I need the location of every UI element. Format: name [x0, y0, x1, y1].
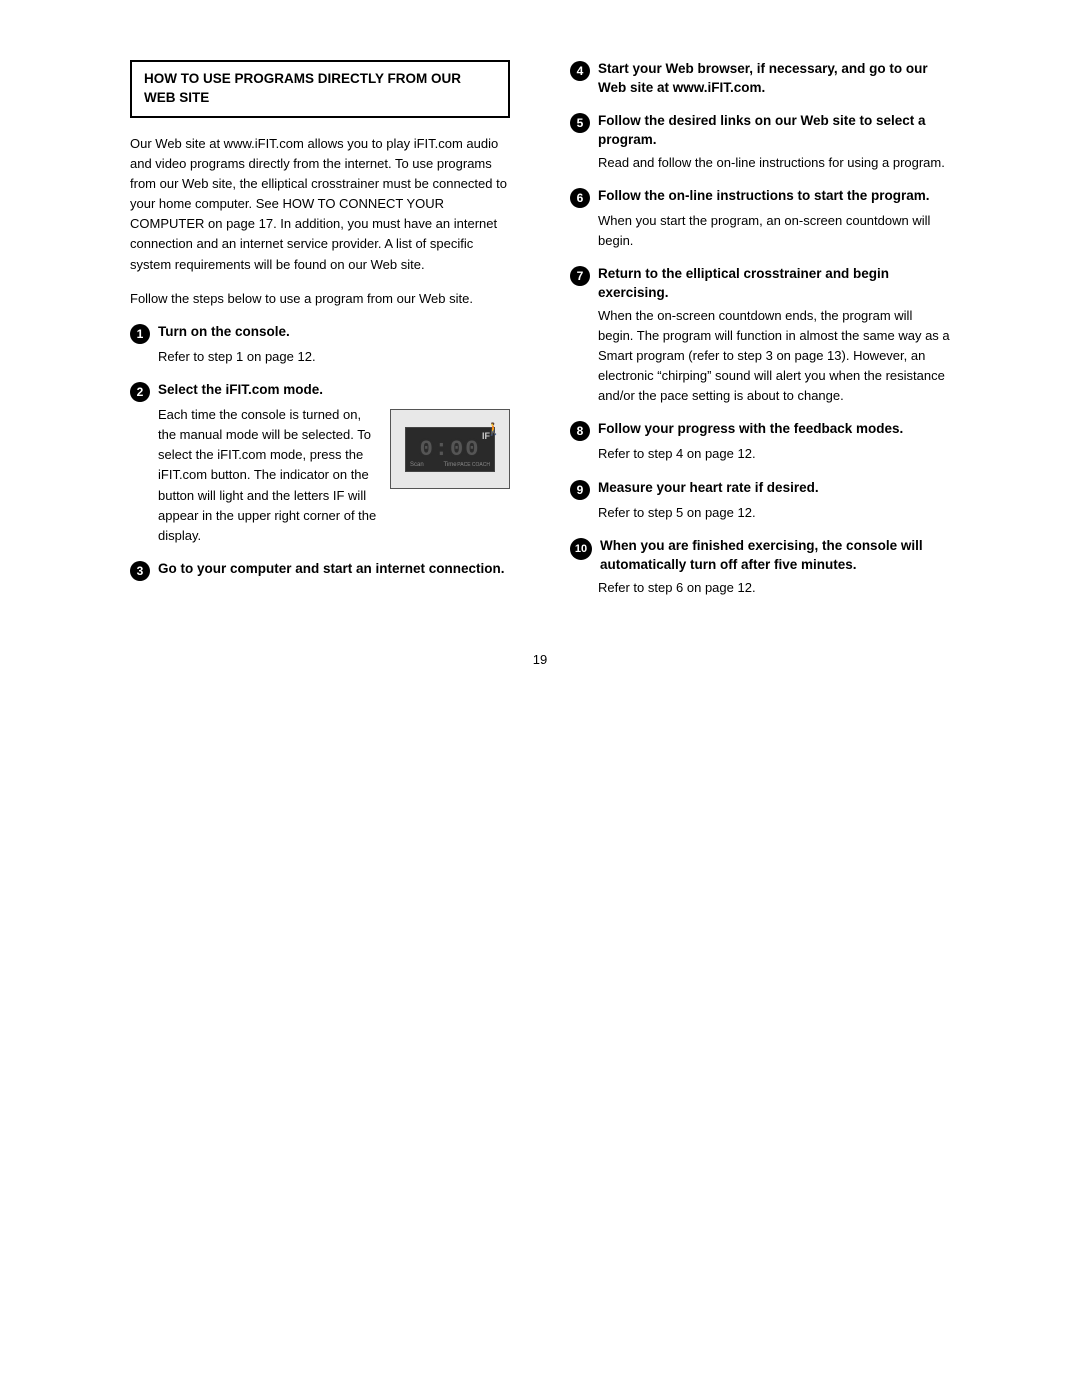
step-1-body: Refer to step 1 on page 12.	[158, 347, 510, 367]
step-5-number: 5	[570, 113, 590, 133]
step-5-header: 5 Follow the desired links on our Web si…	[570, 112, 950, 150]
page-number: 19	[130, 652, 950, 667]
left-column: HOW TO USE PROGRAMS DIRECTLY FROM OUR WE…	[130, 60, 520, 612]
step-8-body: Refer to step 4 on page 12.	[598, 444, 950, 464]
step-7-body: When the on-screen countdown ends, the p…	[598, 306, 950, 407]
step-10-body: Refer to step 6 on page 12.	[598, 578, 950, 598]
pace-coach-label: PACE COACH	[457, 462, 490, 468]
step-10-number: 10	[570, 538, 592, 560]
time-label: Time	[443, 462, 456, 468]
step-3-title: Go to your computer and start an interne…	[158, 560, 505, 579]
step-3-number: 3	[130, 561, 150, 581]
step-4-title: Start your Web browser, if necessary, an…	[598, 60, 950, 98]
right-column: 4 Start your Web browser, if necessary, …	[560, 60, 950, 612]
step-10-title: When you are finished exercising, the co…	[600, 537, 950, 575]
step-2-body-part1: Each time the console is turned on, the …	[158, 407, 376, 543]
step-2-title: Select the iFIT.com mode.	[158, 381, 323, 400]
step-9-title: Measure your heart rate if desired.	[598, 479, 819, 498]
step-2-text: Each time the console is turned on, the …	[158, 405, 380, 546]
step-7-title: Return to the elliptical crosstrainer an…	[598, 265, 950, 303]
step-6-body: When you start the program, an on-screen…	[598, 211, 950, 251]
figure-silhouette: 🚶	[486, 422, 501, 436]
step-7-header: 7 Return to the elliptical crosstrainer …	[570, 265, 950, 303]
step-9-body: Refer to step 5 on page 12.	[598, 503, 950, 523]
step-5-body: Read and follow the on-line instructions…	[598, 153, 950, 173]
step-9-number: 9	[570, 480, 590, 500]
step-1-number: 1	[130, 324, 150, 344]
step-9-header: 9 Measure your heart rate if desired.	[570, 479, 950, 500]
step-10-header: 10 When you are finished exercising, the…	[570, 537, 950, 575]
step-8-number: 8	[570, 421, 590, 441]
step-4-header: 4 Start your Web browser, if necessary, …	[570, 60, 950, 98]
step-4-number: 4	[570, 61, 590, 81]
section-header-title: HOW TO USE PROGRAMS DIRECTLY FROM OUR WE…	[144, 71, 461, 105]
console-screen: 0:00 IF Scan Time PACE COACH	[405, 427, 495, 472]
step-2-number: 2	[130, 382, 150, 402]
step-6-title: Follow the on-line instructions to start…	[598, 187, 930, 206]
step-3-header: 3 Go to your computer and start an inter…	[130, 560, 510, 581]
scan-label: Scan	[410, 462, 424, 468]
digit-readout: 0:00	[420, 437, 481, 462]
page: HOW TO USE PROGRAMS DIRECTLY FROM OUR WE…	[90, 0, 990, 747]
step-6-header: 6 Follow the on-line instructions to sta…	[570, 187, 950, 208]
step-1-header: 1 Turn on the console.	[130, 323, 510, 344]
intro-paragraph-2: Follow the steps below to use a program …	[130, 289, 510, 309]
step-7-number: 7	[570, 266, 590, 286]
step-2-with-image: Each time the console is turned on, the …	[158, 405, 510, 546]
step-6-number: 6	[570, 188, 590, 208]
step-8-header: 8 Follow your progress with the feedback…	[570, 420, 950, 441]
step-1-title: Turn on the console.	[158, 323, 290, 342]
intro-paragraph-1: Our Web site at www.iFIT.com allows you …	[130, 134, 510, 275]
step-5-title: Follow the desired links on our Web site…	[598, 112, 950, 150]
console-display-image: 0:00 IF Scan Time PACE COACH 🚶	[390, 409, 510, 489]
step-2-body-block: Each time the console is turned on, the …	[158, 405, 510, 546]
step-8-title: Follow your progress with the feedback m…	[598, 420, 903, 439]
section-header-box: HOW TO USE PROGRAMS DIRECTLY FROM OUR WE…	[130, 60, 510, 118]
step-2-header: 2 Select the iFIT.com mode.	[130, 381, 510, 402]
